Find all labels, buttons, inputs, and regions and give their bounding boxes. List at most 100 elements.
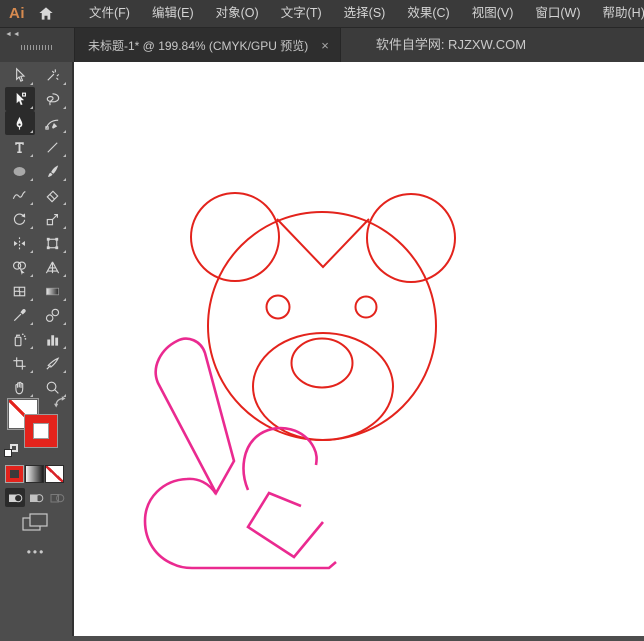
column-graph-icon — [44, 331, 61, 348]
scale-icon — [44, 211, 61, 228]
blend-icon — [44, 307, 61, 324]
bear-ear-left-circle[interactable] — [191, 193, 279, 281]
symbol-sprayer-tool[interactable] — [5, 327, 35, 351]
home-icon — [38, 6, 54, 21]
curvature-icon — [44, 115, 61, 132]
paintbrush-icon — [44, 163, 61, 180]
bear-nose-ellipse[interactable] — [292, 339, 353, 388]
menu-select[interactable]: 选择(S) — [333, 0, 397, 27]
artwork-svg — [74, 62, 644, 636]
column-graph-tool[interactable] — [38, 327, 68, 351]
bear-eye-left-circle[interactable] — [267, 296, 290, 319]
eraser-tool[interactable] — [38, 183, 68, 207]
blend-tool[interactable] — [38, 303, 68, 327]
hand-tool[interactable] — [5, 375, 35, 399]
curvature-tool[interactable] — [38, 111, 68, 135]
default-fill-stroke-button[interactable] — [4, 444, 18, 457]
width-tool[interactable] — [5, 231, 35, 255]
edit-toolbar-button[interactable]: ••• — [0, 545, 72, 559]
watermark-text: 软件自学网: RJZXW.COM — [341, 28, 526, 62]
ellipse-icon — [11, 163, 28, 180]
paintbrush-tool[interactable] — [38, 159, 68, 183]
bear-eye-right-circle[interactable] — [356, 297, 377, 318]
collapse-panel-button[interactable]: ◄◄ — [5, 31, 21, 38]
swap-fill-stroke-button[interactable] — [53, 395, 67, 414]
none-button[interactable] — [46, 466, 63, 482]
tab-close-icon[interactable]: × — [321, 39, 329, 52]
default-fill-mini-icon — [4, 449, 12, 457]
line-segment-icon — [44, 139, 61, 156]
selection-icon — [11, 67, 28, 84]
draw-normal-button[interactable] — [5, 488, 25, 507]
perspective-grid-tool[interactable] — [38, 255, 68, 279]
eyedropper-icon — [11, 307, 28, 324]
bear-brow-v-path[interactable] — [277, 219, 369, 267]
width-icon — [11, 235, 28, 252]
artboard-canvas[interactable] — [74, 62, 644, 636]
eraser-icon — [44, 187, 61, 204]
menu-object[interactable]: 对象(O) — [205, 0, 270, 27]
menu-file[interactable]: 文件(F) — [78, 0, 141, 27]
type-tool[interactable] — [5, 135, 35, 159]
document-tab-bar: ◄◄ 未标题-1* @ 199.84% (CMYK/GPU 预览) × 软件自学… — [0, 28, 644, 62]
gradient-tool[interactable] — [38, 279, 68, 303]
main-menus: 文件(F) 编辑(E) 对象(O) 文字(T) 选择(S) 效果(C) 视图(V… — [78, 0, 644, 27]
direct-selection-tool[interactable] — [5, 87, 35, 111]
bear-paw-square-path[interactable] — [248, 493, 323, 557]
bear-head-circle[interactable] — [208, 212, 436, 440]
artboard-icon — [11, 355, 28, 372]
home-button[interactable] — [38, 6, 54, 21]
menu-window[interactable]: 窗口(W) — [524, 0, 591, 27]
lasso-tool[interactable] — [38, 87, 68, 111]
menu-view[interactable]: 视图(V) — [461, 0, 525, 27]
gradient-icon — [44, 283, 61, 300]
bear-arm-path[interactable] — [156, 339, 234, 493]
free-transform-icon — [44, 235, 61, 252]
scale-tool[interactable] — [38, 207, 68, 231]
symbol-sprayer-icon — [11, 331, 28, 348]
menu-effect[interactable]: 效果(C) — [396, 0, 460, 27]
draw-inside-button[interactable] — [47, 488, 67, 507]
shaper-tool[interactable] — [5, 183, 35, 207]
toolbar-panel-header: ◄◄ — [0, 28, 74, 62]
magic-wand-icon — [44, 67, 61, 84]
hand-icon — [11, 379, 28, 396]
shape-builder-icon — [11, 259, 28, 276]
magic-wand-tool[interactable] — [38, 63, 68, 87]
bear-ear-right-circle[interactable] — [367, 194, 455, 282]
gradient-button[interactable] — [26, 466, 43, 482]
artboard-tool[interactable] — [5, 351, 35, 375]
slice-tool[interactable] — [38, 351, 68, 375]
color-button[interactable] — [6, 466, 23, 482]
drawing-mode-buttons — [5, 488, 67, 507]
pen-icon — [11, 115, 28, 132]
shape-builder-tool[interactable] — [5, 255, 35, 279]
swap-arrow-icon — [53, 395, 67, 409]
selection-tool[interactable] — [5, 63, 35, 87]
menu-type[interactable]: 文字(T) — [270, 0, 333, 27]
rotate-tool[interactable] — [5, 207, 35, 231]
bear-foot-path[interactable] — [145, 479, 336, 568]
panel-drag-grip[interactable] — [21, 45, 54, 50]
draw-inside-icon — [50, 491, 65, 505]
menu-help[interactable]: 帮助(H) — [592, 0, 644, 27]
direct-selection-icon — [11, 91, 28, 108]
mesh-tool[interactable] — [5, 279, 35, 303]
slice-icon — [44, 355, 61, 372]
ellipse-tool[interactable] — [5, 159, 35, 183]
shaper-icon — [11, 187, 28, 204]
menu-edit[interactable]: 编辑(E) — [141, 0, 205, 27]
pen-tool[interactable] — [5, 111, 35, 135]
stroke-swatch-red[interactable] — [25, 415, 57, 447]
tool-grid — [0, 62, 72, 399]
lasso-icon — [44, 91, 61, 108]
eyedropper-tool[interactable] — [5, 303, 35, 327]
line-segment-tool[interactable] — [38, 135, 68, 159]
draw-behind-button[interactable] — [26, 488, 46, 507]
tools-panel: ••• — [0, 62, 74, 636]
draw-behind-icon — [29, 491, 44, 505]
change-screen-mode-button[interactable] — [22, 513, 48, 538]
bear-paw-arch-path[interactable] — [244, 428, 317, 490]
free-transform-tool[interactable] — [38, 231, 68, 255]
document-tab[interactable]: 未标题-1* @ 199.84% (CMYK/GPU 预览) × — [74, 28, 341, 62]
